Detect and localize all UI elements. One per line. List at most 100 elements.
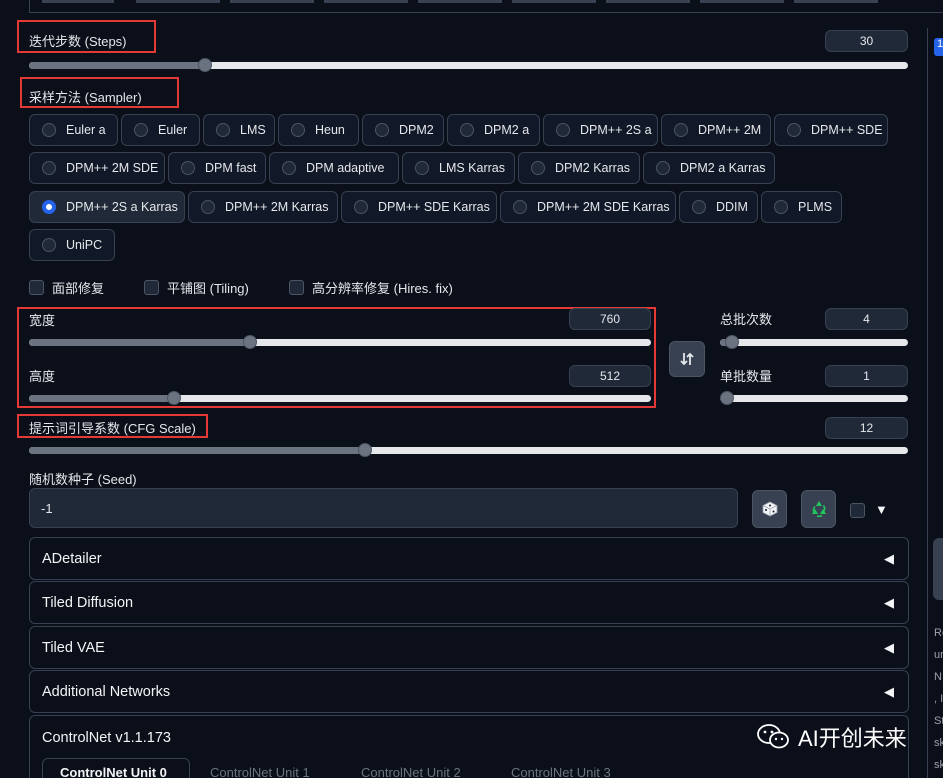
radio-dot (513, 200, 527, 214)
watermark-text: AI开创未来 (798, 726, 907, 751)
sampler-label: 采样方法 (Sampler) (29, 90, 142, 105)
hires-fix-checkbox[interactable]: 高分辨率修复 (Hires. fix) (289, 278, 453, 297)
recycle-icon (811, 501, 826, 518)
batch-count-slider-thumb[interactable] (725, 335, 739, 349)
seed-label: 随机数种子 (Seed) (29, 472, 137, 487)
extra-seed-checkbox[interactable] (850, 503, 865, 518)
batch-size-slider-track[interactable] (720, 395, 908, 402)
radio-dot (460, 123, 474, 137)
controlnet-tab-1[interactable]: ControlNet Unit 1 (210, 765, 310, 778)
cfg-scale-slider-thumb[interactable] (358, 443, 372, 457)
sampler-option-dpm2-a[interactable]: DPM2 a (447, 114, 540, 146)
sampler-option-dpmpp-2m-karras[interactable]: DPM++ 2M Karras (188, 191, 338, 223)
sampler-option-dpm2[interactable]: DPM2 (362, 114, 444, 146)
radio-dot (181, 161, 195, 175)
random-seed-button[interactable] (752, 490, 787, 528)
batch-count-label: 总批次数 (720, 312, 773, 327)
steps-label: 迭代步数 (Steps) (29, 34, 127, 49)
radio-dot (556, 123, 570, 137)
radio-dot (291, 123, 305, 137)
sampler-option-euler-a[interactable]: Euler a (29, 114, 118, 146)
right-panel-button[interactable] (933, 538, 943, 600)
sampler-option-ddim[interactable]: DDIM (679, 191, 758, 223)
batch-size-input[interactable]: 1 (825, 365, 908, 387)
height-label: 高度 (29, 369, 56, 384)
width-input[interactable]: 760 (569, 308, 651, 330)
accordion-additional-networks[interactable]: Additional Networks ◀ (29, 670, 909, 713)
controlnet-tab-2[interactable]: ControlNet Unit 2 (361, 765, 461, 778)
seed-input[interactable]: -1 (29, 488, 738, 528)
width-slider-track[interactable] (29, 339, 651, 346)
collapse-triangle-icon: ◀ (884, 683, 894, 699)
radio-dot (42, 238, 56, 252)
sampler-option-dpmpp-2s-a-karras[interactable]: DPM++ 2S a Karras (29, 191, 185, 223)
sampler-option-dpm-fast[interactable]: DPM fast (168, 152, 266, 184)
height-input[interactable]: 512 (569, 365, 651, 387)
reuse-seed-button[interactable] (801, 490, 836, 528)
collapse-triangle-icon: ◀ (884, 550, 894, 566)
controlnet-tab-0[interactable]: ControlNet Unit 0 (42, 758, 190, 778)
watermark: AI开创未来 (756, 721, 907, 753)
dice-icon (762, 501, 777, 517)
steps-input[interactable]: 30 (825, 30, 908, 52)
sampler-option-dpm2-karras[interactable]: DPM2 Karras (518, 152, 640, 184)
sampler-option-dpmpp-2s-a[interactable]: DPM++ 2S a (543, 114, 658, 146)
radio-dot (354, 200, 368, 214)
right-panel-badge: 1 (934, 38, 943, 56)
radio-dot (787, 123, 801, 137)
steps-slider-track[interactable] (29, 62, 908, 69)
batch-count-slider-track[interactable] (720, 339, 908, 346)
sampler-option-dpmpp-2m-sde-karras[interactable]: DPM++ 2M SDE Karras (500, 191, 676, 223)
radio-dot (216, 123, 230, 137)
sampler-option-dpmpp-sde-karras[interactable]: DPM++ SDE Karras (341, 191, 497, 223)
sampler-option-unipc[interactable]: UniPC (29, 229, 115, 261)
sampler-option-lms[interactable]: LMS (203, 114, 275, 146)
steps-slider-thumb[interactable] (198, 58, 212, 72)
collapse-triangle-icon: ◀ (884, 639, 894, 655)
radio-dot (674, 123, 688, 137)
accordion-tiled-diffusion[interactable]: Tiled Diffusion ◀ (29, 581, 909, 624)
radio-dot (375, 123, 389, 137)
width-label: 宽度 (29, 313, 56, 328)
sampler-option-euler[interactable]: Euler (121, 114, 200, 146)
batch-count-input[interactable]: 4 (825, 308, 908, 330)
cfg-scale-slider-track[interactable] (29, 447, 908, 454)
batch-size-slider-thumb[interactable] (720, 391, 734, 405)
sampler-option-heun[interactable]: Heun (278, 114, 359, 146)
cfg-scale-input[interactable]: 12 (825, 417, 908, 439)
radio-dot (201, 200, 215, 214)
tiling-checkbox[interactable]: 平铺图 (Tiling) (144, 278, 249, 297)
sampler-option-dpm2-a-karras[interactable]: DPM2 a Karras (643, 152, 775, 184)
face-restore-checkbox[interactable]: 面部修复 (29, 278, 104, 297)
sampler-option-dpm-adaptive[interactable]: DPM adaptive (269, 152, 399, 184)
batch-size-label: 单批数量 (720, 369, 773, 384)
height-slider-track[interactable] (29, 395, 651, 402)
width-slider-thumb[interactable] (243, 335, 257, 349)
extra-seed-triangle-icon[interactable]: ▼ (875, 502, 888, 517)
radio-dot (282, 161, 296, 175)
controlnet-tab-3[interactable]: ControlNet Unit 3 (511, 765, 611, 778)
sampler-option-lms-karras[interactable]: LMS Karras (402, 152, 515, 184)
radio-dot (134, 123, 148, 137)
controlnet-title[interactable]: ControlNet v1.1.173 (42, 730, 171, 746)
cfg-scale-label: 提示词引导系数 (CFG Scale) (29, 421, 196, 436)
radio-dot (774, 200, 788, 214)
sampler-option-dpmpp-sde[interactable]: DPM++ SDE (774, 114, 888, 146)
radio-dot-selected (42, 200, 56, 214)
swap-dimensions-button[interactable] (669, 341, 705, 377)
checkbox-box[interactable] (289, 280, 304, 295)
height-slider-thumb[interactable] (167, 391, 181, 405)
sampler-option-plms[interactable]: PLMS (761, 191, 842, 223)
radio-dot (656, 161, 670, 175)
accordion-tiled-vae[interactable]: Tiled VAE ◀ (29, 626, 909, 669)
right-panel-text: Re ur N , I St sk sk (934, 627, 943, 771)
radio-dot (692, 200, 706, 214)
radio-dot (415, 161, 429, 175)
sampler-option-dpmpp-2m[interactable]: DPM++ 2M (661, 114, 771, 146)
sampler-option-dpmpp-2m-sde[interactable]: DPM++ 2M SDE (29, 152, 165, 184)
checkbox-box[interactable] (29, 280, 44, 295)
dimensions-highlight (17, 307, 656, 408)
radio-dot (42, 123, 56, 137)
accordion-adetailer[interactable]: ADetailer ◀ (29, 537, 909, 580)
checkbox-box[interactable] (144, 280, 159, 295)
